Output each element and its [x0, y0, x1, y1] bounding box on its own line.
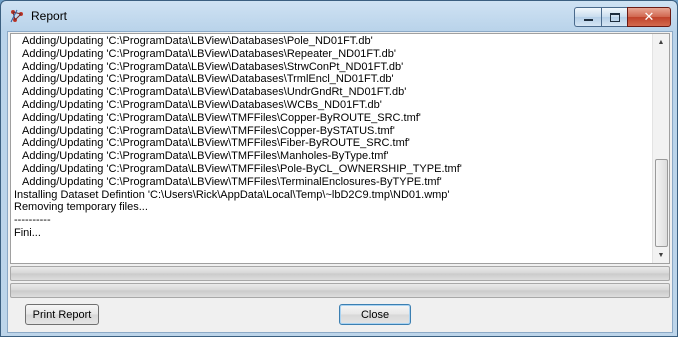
- log-line: Adding/Updating 'C:\ProgramData\LBView\T…: [22, 162, 462, 175]
- progress-bar-2: [10, 283, 670, 298]
- log-line: Adding/Updating 'C:\ProgramData\LBView\T…: [22, 137, 410, 150]
- close-icon: ✕: [643, 9, 655, 25]
- log-line: Adding/Updating 'C:\ProgramData\LBView\D…: [22, 35, 373, 47]
- maximize-button[interactable]: [601, 7, 627, 27]
- log-line: Installing Dataset Defintion 'C:\Users\R…: [14, 188, 450, 201]
- close-window-button[interactable]: ✕: [627, 7, 671, 27]
- log-lines: Adding/Updating 'C:\ProgramData\LBView\D…: [14, 35, 652, 240]
- report-window: Report ✕ Adding/Updating 'C:\ProgramData…: [0, 0, 678, 337]
- log-line: Removing temporary files...: [14, 201, 148, 214]
- print-report-button[interactable]: Print Report: [25, 304, 99, 325]
- minimize-icon: [583, 19, 593, 21]
- log-line: Adding/Updating 'C:\ProgramData\LBView\D…: [22, 73, 394, 86]
- scroll-down-arrow-icon[interactable]: ▼: [653, 247, 669, 263]
- scrollbar-thumb[interactable]: [655, 159, 668, 247]
- log-line: Adding/Updating 'C:\ProgramData\LBView\T…: [22, 150, 389, 163]
- app-icon: [10, 9, 23, 23]
- log-line: Adding/Updating 'C:\ProgramData\LBView\T…: [22, 124, 395, 137]
- window-title: Report: [31, 9, 68, 23]
- log-line: Adding/Updating 'C:\ProgramData\LBView\D…: [22, 86, 407, 99]
- report-log[interactable]: Adding/Updating 'C:\ProgramData\LBView\D…: [10, 33, 670, 264]
- window-controls: ✕: [574, 7, 671, 27]
- progress-bar-1: [10, 266, 670, 281]
- log-line: Adding/Updating 'C:\ProgramData\LBView\T…: [22, 111, 421, 124]
- vertical-scrollbar[interactable]: ▲ ▼: [652, 34, 669, 263]
- title-bar[interactable]: Report ✕: [1, 1, 677, 31]
- log-line: Adding/Updating 'C:\ProgramData\LBView\D…: [22, 60, 404, 73]
- log-line: Adding/Updating 'C:\ProgramData\LBView\D…: [22, 98, 382, 111]
- minimize-button[interactable]: [574, 7, 601, 27]
- log-line: Fini...: [14, 226, 41, 239]
- close-button[interactable]: Close: [339, 304, 411, 325]
- log-line: ----------: [14, 214, 51, 227]
- scroll-up-arrow-icon[interactable]: ▲: [653, 34, 669, 50]
- log-line: Adding/Updating 'C:\ProgramData\LBView\D…: [22, 47, 396, 60]
- maximize-icon: [609, 12, 620, 22]
- dialog-client-area: Adding/Updating 'C:\ProgramData\LBView\D…: [7, 31, 673, 333]
- log-line: Adding/Updating 'C:\ProgramData\LBView\T…: [22, 175, 442, 188]
